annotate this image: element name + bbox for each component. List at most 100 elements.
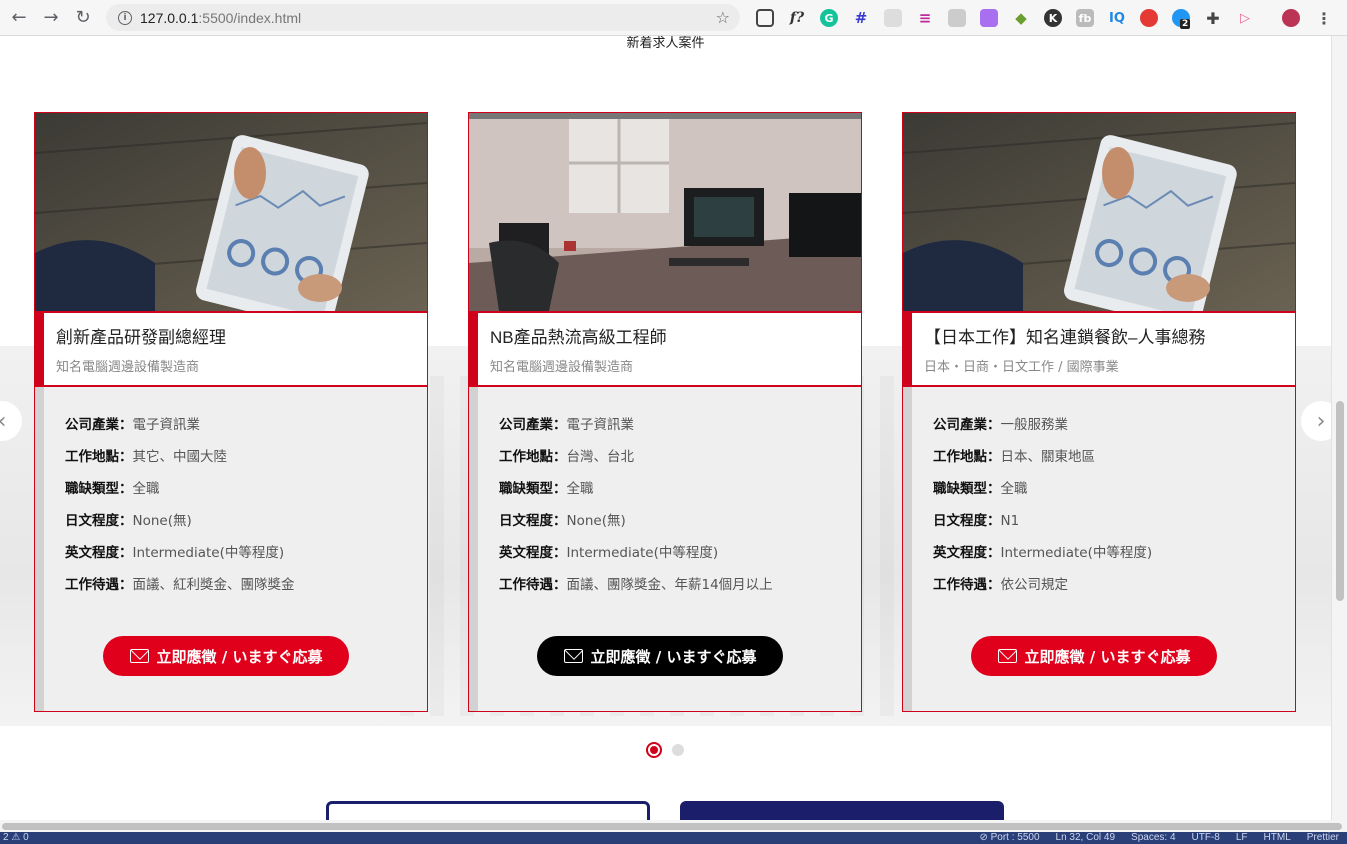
carousel-dot-2[interactable]: [672, 744, 684, 756]
detail-row-location: 工作地點：台灣、台北: [499, 445, 861, 477]
detail-row-japanese: 日文程度：None(無): [499, 509, 861, 541]
chevron-right-icon: ›: [1316, 408, 1326, 434]
url-host: 127.0.0.1: [140, 9, 199, 26]
line-ending[interactable]: LF: [1236, 832, 1248, 844]
move-extension-icon[interactable]: ✚: [1204, 9, 1222, 28]
detail-label: 日文程度：: [65, 513, 133, 529]
record-extension-icon[interactable]: [1140, 9, 1158, 27]
extension-badge: 2: [1180, 19, 1191, 29]
fb-extension-icon[interactable]: fb: [1076, 9, 1094, 27]
detail-row-english: 英文程度：Intermediate(中等程度): [933, 541, 1295, 573]
detail-label: 公司產業：: [499, 417, 567, 433]
bookmark-extension-icon[interactable]: [980, 9, 998, 27]
job-title-box: 【日本工作】知名連鎖餐飲–人事總務 日本・日商・日文工作 / 國際事業: [903, 311, 1295, 387]
detail-value: N1: [1000, 513, 1020, 529]
cta-outline-button[interactable]: [326, 801, 650, 820]
apply-button[interactable]: 立即應徵 / いますぐ応募: [103, 636, 349, 676]
detail-label: 英文程度：: [499, 545, 567, 561]
menu-extension-icon[interactable]: ≡: [916, 9, 934, 27]
detail-row-location: 工作地點：日本、關東地區: [933, 445, 1295, 477]
problems-count[interactable]: 2 ⚠ 0: [3, 832, 29, 844]
mail-icon: [997, 649, 1017, 663]
detail-row-japanese: 日文程度：None(無): [65, 509, 427, 541]
company-name: 日本・日商・日文工作 / 國際事業: [924, 360, 1119, 375]
tag-extension-icon[interactable]: ▷: [1236, 9, 1254, 27]
grammarly-extension-icon[interactable]: G: [820, 9, 838, 27]
job-title[interactable]: 【日本工作】知名連鎖餐飲–人事總務: [924, 323, 1283, 348]
vertical-scrollbar[interactable]: [1331, 36, 1347, 820]
detail-value: 一般服務業: [1000, 417, 1069, 433]
detail-row-english: 英文程度：Intermediate(中等程度): [499, 541, 861, 573]
leaf-extension-icon[interactable]: ◆: [1012, 9, 1030, 27]
site-info-icon[interactable]: i: [118, 10, 132, 25]
apply-button[interactable]: 立即應徵 / いますぐ応募: [537, 636, 783, 676]
job-photo-tablet: [35, 113, 427, 311]
browser-menu-icon[interactable]: ⋮: [1315, 9, 1333, 28]
detail-label: 工作待遇：: [933, 577, 1001, 593]
vertical-scroll-thumb[interactable]: [1336, 401, 1344, 601]
detail-value: 全職: [566, 481, 594, 497]
screenshot-extension-icon[interactable]: [756, 9, 774, 27]
font-extension-icon[interactable]: f?: [788, 9, 806, 27]
job-card[interactable]: NB產品熱流高級工程師 知名電腦週邊設備製造商 公司產業：電子資訊業 工作地點：…: [468, 112, 862, 712]
detail-label: 工作地點：: [933, 449, 1001, 465]
job-title-box: NB產品熱流高級工程師 知名電腦週邊設備製造商: [469, 311, 861, 387]
detail-value: 面議、團隊獎金、年薪14個月以上: [566, 577, 773, 593]
profile-avatar[interactable]: [1282, 9, 1300, 27]
apply-button-label: 立即應徵 / いますぐ応募: [590, 647, 757, 666]
detail-label: 職缺類型：: [65, 481, 133, 497]
detail-value: Intermediate(中等程度): [132, 545, 285, 561]
k-extension-icon[interactable]: K: [1044, 9, 1062, 27]
detail-label: 英文程度：: [933, 545, 1001, 561]
detail-label: 職缺類型：: [499, 481, 567, 497]
back-icon[interactable]: ←: [6, 5, 32, 31]
formatter[interactable]: Prettier: [1307, 832, 1339, 844]
language-mode[interactable]: HTML: [1264, 832, 1291, 844]
detail-row-type: 職缺類型：全職: [499, 477, 861, 509]
horizontal-scroll-thumb[interactable]: [2, 823, 1342, 830]
browser-toolbar: ← → ↻ i 127.0.0.1:5500/index.html ☆ f? G…: [0, 0, 1347, 36]
detail-value: 依公司規定: [1000, 577, 1069, 593]
detail-row-type: 職缺類型：全職: [65, 477, 427, 509]
job-card[interactable]: 【日本工作】知名連鎖餐飲–人事總務 日本・日商・日文工作 / 國際事業 公司產業…: [902, 112, 1296, 712]
carousel-dot-1[interactable]: [646, 742, 662, 758]
encoding[interactable]: UTF-8: [1192, 832, 1220, 844]
detail-row-salary: 工作待遇：依公司規定: [933, 573, 1295, 605]
apply-button[interactable]: 立即應徵 / いますぐ応募: [971, 636, 1217, 676]
box-extension-icon[interactable]: [948, 9, 966, 27]
ghost-extension-icon[interactable]: 2: [1172, 9, 1191, 29]
image-extension-icon[interactable]: [884, 9, 902, 27]
cta-filled-button[interactable]: [680, 801, 1004, 820]
cursor-position[interactable]: Ln 32, Col 49: [1056, 832, 1116, 844]
detail-row-industry: 公司產業：電子資訊業: [65, 413, 427, 445]
detail-row-salary: 工作待遇：面議、紅利獎金、團隊獎金: [65, 573, 427, 605]
chevron-left-icon: ‹: [0, 409, 6, 434]
indentation[interactable]: Spaces: 4: [1131, 832, 1175, 844]
detail-row-type: 職缺類型：全職: [933, 477, 1295, 509]
detail-value: 台灣、台北: [566, 449, 635, 465]
reload-icon[interactable]: ↻: [70, 5, 96, 31]
detail-label: 日文程度：: [499, 513, 567, 529]
detail-value: None(無): [566, 513, 626, 529]
detail-label: 工作待遇：: [499, 577, 567, 593]
job-photo-tablet: [903, 113, 1295, 311]
job-card[interactable]: 創新產品研發副總經理 知名電腦週邊設備製造商 公司產業：電子資訊業 工作地點：其…: [34, 112, 428, 712]
detail-value: Intermediate(中等程度): [1000, 545, 1153, 561]
detail-label: 工作地點：: [499, 449, 567, 465]
detail-value: 全職: [132, 481, 160, 497]
carousel-pagination: [646, 742, 684, 758]
detail-value: Intermediate(中等程度): [566, 545, 719, 561]
page-viewport: 新着求人案件 ‹ › 創: [0, 36, 1331, 820]
detail-label: 工作待遇：: [65, 577, 133, 593]
bookmark-star-icon[interactable]: ☆: [716, 8, 730, 27]
iq-extension-icon[interactable]: IQ: [1108, 9, 1126, 27]
forward-icon[interactable]: →: [38, 5, 64, 31]
detail-label: 日文程度：: [933, 513, 1001, 529]
job-title[interactable]: NB產品熱流高級工程師: [490, 323, 849, 348]
address-bar[interactable]: i 127.0.0.1:5500/index.html ☆: [106, 4, 740, 31]
live-server-port[interactable]: ⊘ Port : 5500: [979, 832, 1039, 844]
job-title-box: 創新產品研發副總經理 知名電腦週邊設備製造商: [35, 311, 427, 387]
horizontal-scrollbar[interactable]: [0, 820, 1347, 832]
job-title[interactable]: 創新產品研發副總經理: [56, 323, 415, 348]
grid-extension-icon[interactable]: #: [852, 9, 870, 27]
